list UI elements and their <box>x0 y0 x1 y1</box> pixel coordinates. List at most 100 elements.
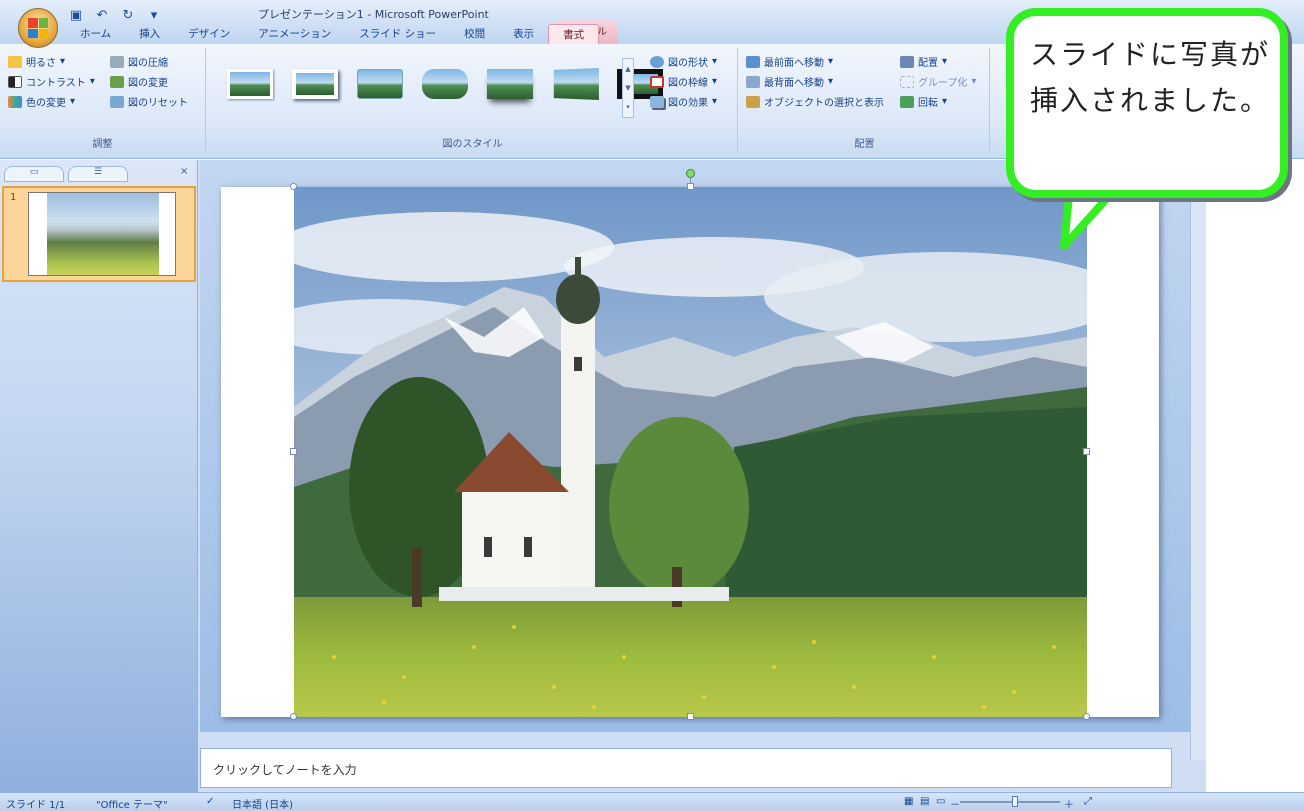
workspace: ▭ ☰ × 1 クリックしてノートを入力 <box>0 160 1304 792</box>
adjust-group-label: 調整 <box>92 139 113 150</box>
notes-pane[interactable]: クリックしてノートを入力 <box>200 748 1172 788</box>
bring-front-icon <box>746 55 760 68</box>
window-title: プレゼンテーション1 - Microsoft PowerPoint <box>258 8 489 21</box>
group-icon <box>900 75 914 88</box>
redo-icon[interactable]: ↻ <box>118 6 138 24</box>
rotate-icon <box>900 95 914 108</box>
resize-handle-s[interactable] <box>687 713 694 720</box>
recolor-button[interactable]: 色の変更 ▾ <box>8 94 75 109</box>
save-icon[interactable]: ▣ <box>66 6 86 24</box>
slide-thumbnail-selected[interactable]: 1 <box>2 186 196 282</box>
resize-handle-e[interactable] <box>1083 448 1090 455</box>
resize-handle-w[interactable] <box>290 448 297 455</box>
picture-styles-gallery <box>222 62 667 106</box>
language-indicator[interactable]: 日本語 (日本) <box>232 796 293 811</box>
picture-border-button[interactable]: 図の枠線 ▾ <box>650 74 717 89</box>
border-icon <box>650 75 664 88</box>
tab-animations[interactable]: アニメーション <box>244 24 345 44</box>
slide-thumbnail[interactable] <box>28 192 176 276</box>
change-picture-icon <box>110 75 124 88</box>
chevron-down-icon[interactable]: ▼ <box>625 84 630 92</box>
selection-pane-button[interactable]: オブジェクトの選択と表示 <box>746 94 884 109</box>
send-to-back-button[interactable]: 最背面へ移動 ▾ <box>746 74 833 89</box>
tab-insert[interactable]: 挿入 <box>125 24 174 44</box>
compress-pictures-button[interactable]: 図の圧縮 <box>110 54 168 69</box>
picture-style-option[interactable] <box>547 62 602 106</box>
slide-canvas[interactable] <box>221 169 1159 720</box>
church-landscape-image <box>294 187 1087 717</box>
group-button[interactable]: グループ化 ▾ <box>900 74 976 89</box>
status-bar: スライド 1/1 "Office テーマ" ✓ 日本語 (日本) ▦ ▤ ▭ －… <box>0 792 1304 811</box>
tab-slideshow[interactable]: スライド ショー <box>345 24 450 44</box>
office-button[interactable] <box>18 8 58 48</box>
reset-picture-icon <box>110 95 124 108</box>
spellcheck-icon[interactable]: ✓ <box>206 796 214 807</box>
theme-indicator: "Office テーマ" <box>96 800 168 811</box>
slides-pane: ▭ ☰ × 1 <box>0 160 198 792</box>
bring-to-front-button[interactable]: 最前面へ移動 ▾ <box>746 54 833 69</box>
zoom-slider-knob[interactable] <box>1012 796 1018 807</box>
close-icon[interactable]: × <box>180 166 188 177</box>
picture-style-option[interactable] <box>417 62 472 106</box>
contrast-button[interactable]: コントラスト ▾ <box>8 74 95 89</box>
resize-handle-n[interactable] <box>687 183 694 190</box>
slide-indicator: スライド 1/1 <box>6 800 66 811</box>
picture-style-option[interactable] <box>222 62 277 106</box>
tab-review[interactable]: 校閲 <box>450 24 499 44</box>
gallery-scroll[interactable]: ▲ ▼ ▾ <box>622 58 634 118</box>
slideshow-icon[interactable]: ▭ <box>936 796 945 807</box>
compress-icon <box>110 55 124 68</box>
brightness-icon <box>8 55 22 68</box>
tab-slides[interactable]: ▭ <box>4 166 64 182</box>
quick-access-toolbar: ▣ ↶ ↻ ▾ <box>66 4 164 26</box>
rotation-handle[interactable] <box>686 169 695 178</box>
thumbnail-photo <box>47 193 159 275</box>
callout-text: スライドに写真が挿入されました。 <box>1030 38 1271 117</box>
tab-design[interactable]: デザイン <box>174 24 244 44</box>
vertical-scrollbar[interactable] <box>1190 160 1206 760</box>
resize-handle-nw[interactable] <box>290 183 297 190</box>
picture-styles-group: ▲ ▼ ▾ 図の形状 ▾ 図の枠線 ▾ 図の効果 ▾ 図のスタイル <box>208 48 738 152</box>
picture-styles-group-label: 図のスタイル <box>442 139 503 150</box>
resize-handle-se[interactable] <box>1083 713 1090 720</box>
reset-picture-button[interactable]: 図のリセット <box>110 94 188 109</box>
slide-sorter-icon[interactable]: ▤ <box>920 796 929 807</box>
pane-tabs: ▭ ☰ <box>4 166 194 184</box>
callout-bubble: スライドに写真が挿入されました。 <box>1006 8 1288 250</box>
brightness-button[interactable]: 明るさ ▾ <box>8 54 65 69</box>
ribbon-tabs: ホーム 挿入 デザイン アニメーション スライド ショー 校閲 表示 書式 <box>66 24 600 44</box>
tab-format[interactable]: 書式 <box>548 24 600 44</box>
effects-icon <box>650 95 664 108</box>
picture-effects-button[interactable]: 図の効果 ▾ <box>650 94 717 109</box>
arrange-group: 最前面へ移動 ▾ 最背面へ移動 ▾ オブジェクトの選択と表示 配置 ▾ グループ化 ▾ … <box>740 48 990 152</box>
chevron-up-icon[interactable]: ▲ <box>625 65 630 73</box>
notes-placeholder: クリックしてノートを入力 <box>213 763 357 777</box>
picture-style-option[interactable] <box>287 62 342 106</box>
zoom-slider[interactable] <box>960 801 1060 803</box>
picture-style-option[interactable] <box>482 62 537 106</box>
undo-icon[interactable]: ↶ <box>92 6 112 24</box>
more-icon[interactable]: ▾ <box>626 103 630 111</box>
change-picture-button[interactable]: 図の変更 <box>110 74 168 89</box>
zoom-in-icon[interactable]: ＋ <box>1064 796 1074 811</box>
send-back-icon <box>746 75 760 88</box>
inserted-photo[interactable] <box>294 187 1087 717</box>
office-logo-icon <box>28 18 48 38</box>
rotate-button[interactable]: 回転 ▾ <box>900 94 947 109</box>
zoom-out-icon[interactable]: － <box>950 796 960 811</box>
picture-style-option[interactable] <box>352 62 407 106</box>
customize-qat-icon[interactable]: ▾ <box>144 6 164 24</box>
fit-window-icon[interactable]: ⤢ <box>1084 796 1092 807</box>
tab-home[interactable]: ホーム <box>66 24 125 44</box>
align-icon <box>900 55 914 68</box>
slide-number: 1 <box>10 192 17 203</box>
adjust-group: 明るさ ▾ コントラスト ▾ 色の変更 ▾ 図の圧縮 図の変更 図のリセット 調整 <box>0 48 206 152</box>
shape-icon <box>650 55 664 68</box>
tab-view[interactable]: 表示 <box>499 24 548 44</box>
picture-shape-button[interactable]: 図の形状 ▾ <box>650 54 717 69</box>
arrange-group-label: 配置 <box>854 139 875 150</box>
align-button[interactable]: 配置 ▾ <box>900 54 947 69</box>
tab-outline[interactable]: ☰ <box>68 166 128 182</box>
normal-view-icon[interactable]: ▦ <box>904 796 913 807</box>
resize-handle-sw[interactable] <box>290 713 297 720</box>
